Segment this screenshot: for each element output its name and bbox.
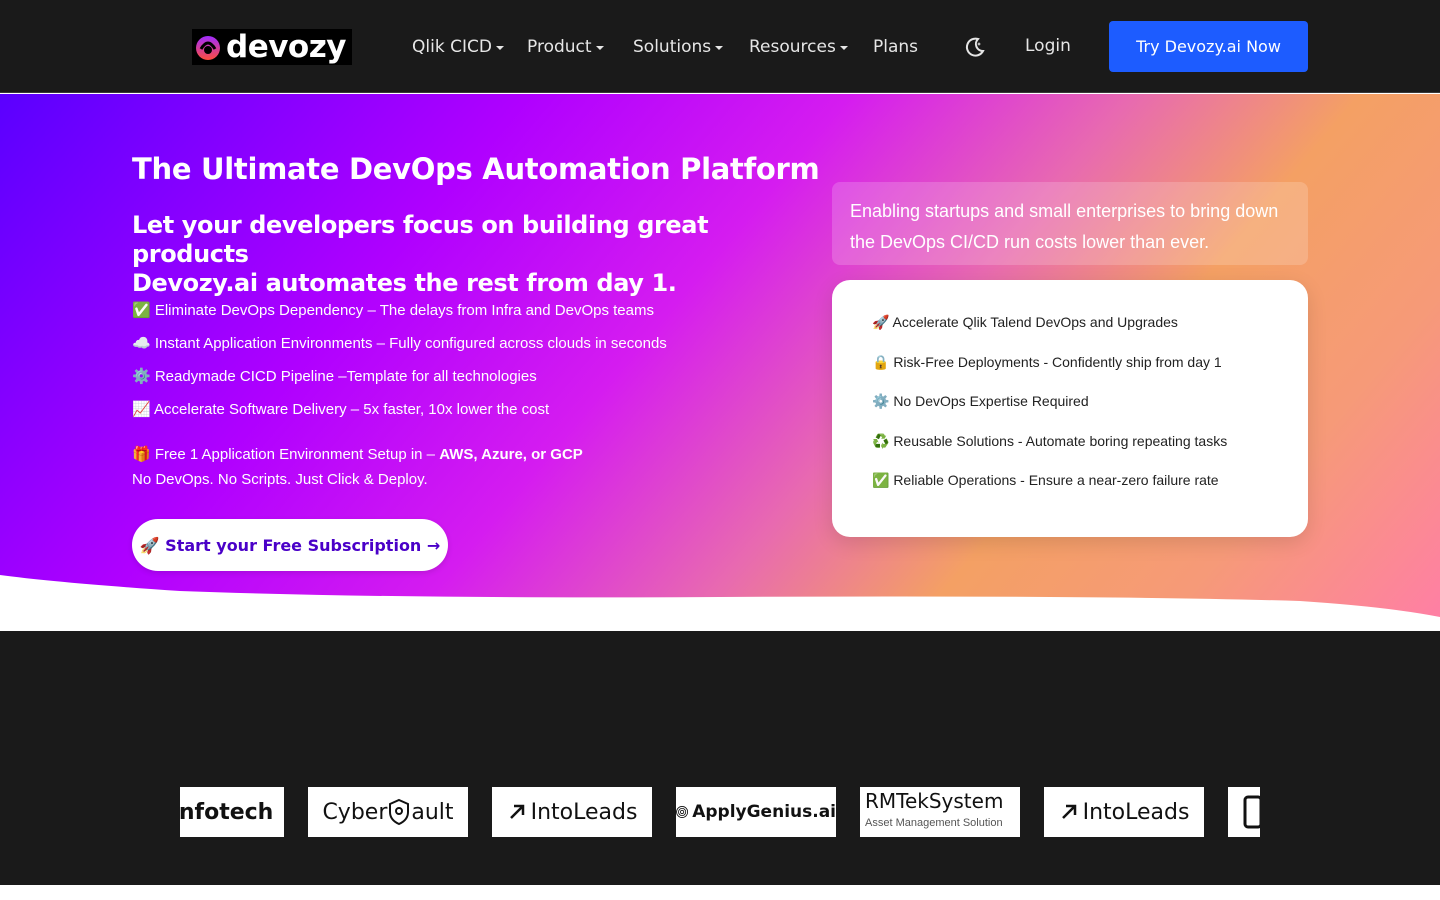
client-logo-cybervault: Cyber ault xyxy=(308,787,468,837)
moon-icon[interactable] xyxy=(964,36,986,58)
hero-wave-divider xyxy=(0,575,1440,631)
nav-product-label: Product xyxy=(527,37,592,57)
nav-qlik-cicd[interactable]: Qlik CICD xyxy=(412,36,504,58)
nav-solutions-label: Solutions xyxy=(633,37,712,57)
client-logo-name: RMTekSystem xyxy=(865,789,1004,813)
client-logo-applygenius: ApplyGenius.ai xyxy=(676,787,836,837)
nav-product[interactable]: Product xyxy=(527,36,604,58)
client-logo-carousel: Infotech Cyber ault IntoLeads ApplyGeniu… xyxy=(180,787,1260,837)
brand-mark-icon xyxy=(196,36,220,60)
hero-subtitle-line1: Let your developers focus on building gr… xyxy=(132,211,709,268)
shield-icon xyxy=(389,798,410,826)
free-setup-text: 🎁 Free 1 Application Environment Setup i… xyxy=(132,445,583,463)
brand-logo[interactable]: devozy xyxy=(192,29,352,65)
caret-down-icon xyxy=(715,46,724,50)
client-logo-rmteksystem: RMTekSystem Asset Management Solution xyxy=(860,787,1020,837)
feature-item: ♻️ Reusable Solutions - Automate boring … xyxy=(872,432,1228,449)
nav-resources-label: Resources xyxy=(749,37,836,57)
top-navbar: devozy Qlik CICD Product Solutions Resou… xyxy=(0,0,1440,93)
client-logo-name: Infotech xyxy=(180,799,274,825)
nav-plans[interactable]: Plans xyxy=(873,36,918,58)
client-logos-band: Infotech Cyber ault IntoLeads ApplyGeniu… xyxy=(0,631,1440,885)
caret-down-icon xyxy=(495,46,504,50)
feature-item: 🔒 Risk-Free Deployments - Confidently sh… xyxy=(872,353,1222,370)
login-link[interactable]: Login xyxy=(1025,36,1071,56)
client-logo-intoleads: IntoLeads xyxy=(492,787,652,837)
hero-subtitle: Let your developers focus on building gr… xyxy=(132,211,812,298)
benefit-item: ☁️ Instant Application Environments – Fu… xyxy=(132,335,667,352)
benefit-item: 📈 Accelerate Software Delivery – 5x fast… xyxy=(132,401,550,418)
hero-title: The Ultimate DevOps Automation Platform xyxy=(132,152,820,186)
enable-callout: Enabling startups and small enterprises … xyxy=(832,182,1308,265)
arrow-up-right-icon xyxy=(1061,804,1076,819)
caret-down-icon xyxy=(595,46,604,50)
client-logo-name: IntoLeads xyxy=(530,799,638,825)
benefit-item: ✅ Eliminate DevOps Dependency – The dela… xyxy=(132,302,654,319)
nav-solutions[interactable]: Solutions xyxy=(633,36,724,58)
client-logo-name: Cyber xyxy=(322,799,388,825)
feature-item: ✅ Reliable Operations - Ensure a near-ze… xyxy=(872,472,1219,488)
client-logo-intoleads: IntoLeads xyxy=(1044,787,1204,837)
free-setup-prefix: 🎁 Free 1 Application Environment Setup i… xyxy=(132,446,440,463)
benefit-item: ⚙️ Readymade CICD Pipeline –Template for… xyxy=(132,368,537,385)
try-devozy-button[interactable]: Try Devozy.ai Now xyxy=(1109,21,1308,72)
client-logo-partial xyxy=(1228,787,1260,837)
client-logo-infotech: Infotech xyxy=(180,787,284,837)
nav-qlik-cicd-label: Qlik CICD xyxy=(412,37,492,57)
no-scripts-text: No DevOps. No Scripts. Just Click & Depl… xyxy=(132,471,428,488)
arrow-up-right-icon xyxy=(509,804,524,819)
feature-item: 🚀 Accelerate Qlik Talend DevOps and Upgr… xyxy=(872,314,1178,330)
nav-resources[interactable]: Resources xyxy=(749,36,848,58)
hero-subtitle-line2: Devozy.ai automates the rest from day 1. xyxy=(132,269,677,297)
free-setup-clouds: AWS, Azure, or GCP xyxy=(439,446,583,463)
client-logo-name-suffix: ault xyxy=(411,799,454,825)
feature-item: ⚙️ No DevOps Expertise Required xyxy=(872,393,1089,409)
target-rings-icon xyxy=(676,806,689,818)
benefit-list: ✅ Eliminate DevOps Dependency – The dela… xyxy=(132,300,667,432)
nav-plans-label: Plans xyxy=(873,37,919,57)
features-card: 🚀 Accelerate Qlik Talend DevOps and Upgr… xyxy=(832,280,1308,537)
client-logo-name: IntoLeads xyxy=(1082,799,1190,825)
caret-down-icon xyxy=(839,46,848,50)
client-logo-tagline: Asset Management Solution xyxy=(865,817,1003,829)
client-logo-name: ApplyGenius.ai xyxy=(692,802,836,822)
device-frame-icon xyxy=(1243,795,1260,829)
hero-section: The Ultimate DevOps Automation Platform … xyxy=(0,94,1440,631)
brand-name: devozy xyxy=(226,29,346,65)
